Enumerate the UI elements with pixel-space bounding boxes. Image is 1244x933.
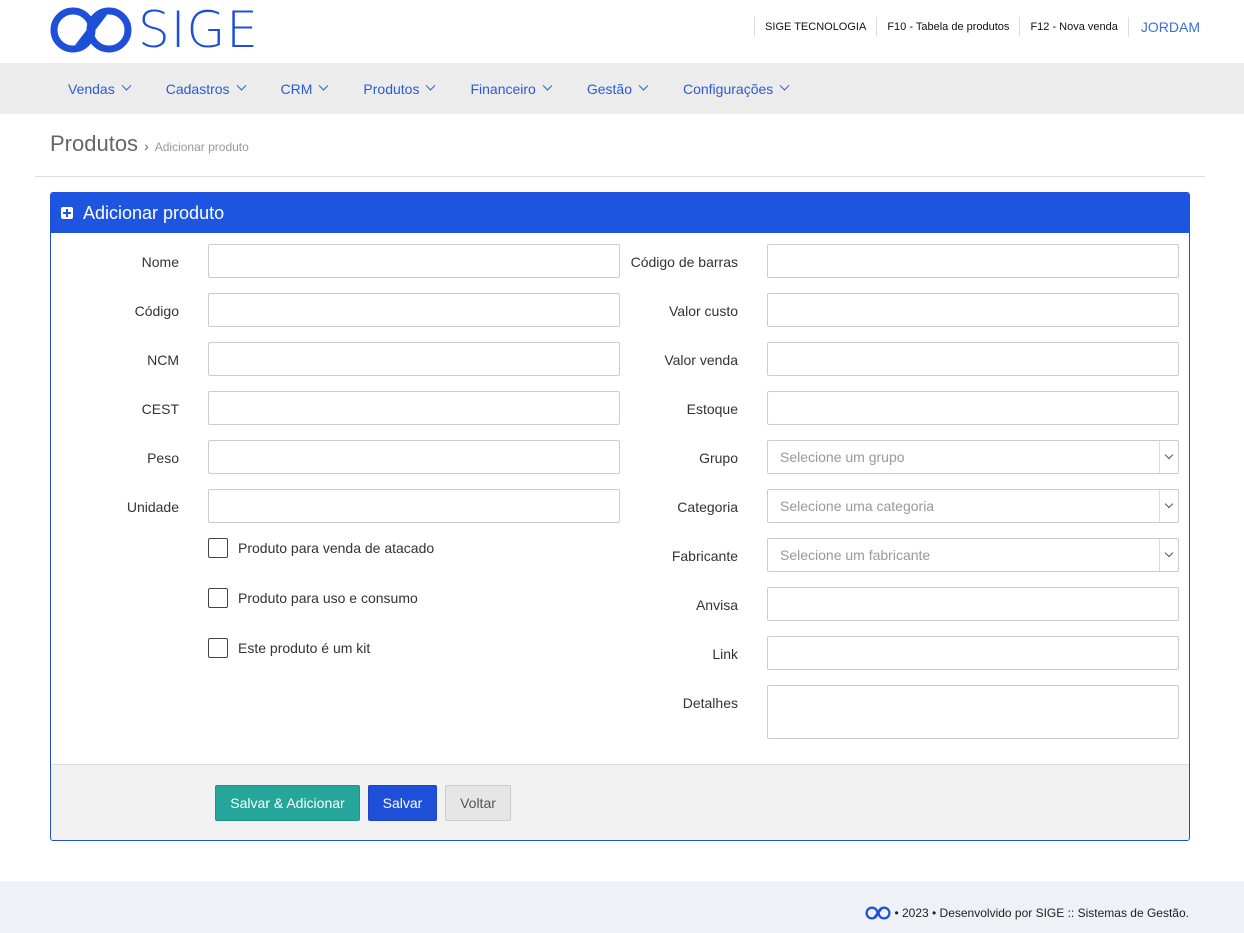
menu-produtos[interactable]: Produtos	[363, 80, 436, 97]
sige-logo[interactable]: SIGE	[50, 5, 259, 55]
details-label: Detalhes	[682, 695, 738, 711]
group-placeholder: Selecione um grupo	[780, 449, 905, 465]
unidade-label: Unidade	[126, 499, 179, 515]
chevron-down-icon[interactable]	[1159, 441, 1178, 473]
details-textarea[interactable]	[767, 685, 1179, 739]
chevron-down-icon	[236, 80, 246, 91]
menu-label: Produtos	[363, 80, 420, 97]
top-links: SIGE TECNOLOGIA F10 - Tabela de produtos…	[754, 17, 1200, 37]
footer-credit: • 2023 • Desenvolvido por SIGE :: Sistem…	[865, 906, 1189, 920]
footer-text: • 2023 • Desenvolvido por SIGE :: Sistem…	[894, 906, 1189, 920]
infinity-logo-icon	[865, 906, 891, 920]
category-placeholder: Selecione uma categoria	[780, 498, 935, 514]
chevron-down-icon[interactable]	[1159, 539, 1178, 571]
checkbox-box[interactable]	[208, 588, 228, 608]
plus-square-icon	[61, 207, 73, 219]
chevron-down-icon	[426, 80, 436, 91]
menu-label: Financeiro	[470, 80, 536, 97]
cost-value-label: Valor custo	[669, 303, 738, 319]
menu-cadastros[interactable]: Cadastros	[165, 80, 246, 97]
nome-input[interactable]	[208, 244, 620, 278]
breadcrumb-current: Adicionar produto	[154, 140, 249, 154]
menu-label: Configurações	[682, 80, 774, 97]
chevron-down-icon	[121, 80, 132, 91]
menu-label: CRM	[280, 80, 313, 97]
user-menu[interactable]: JORDAM	[1127, 17, 1200, 37]
company-link[interactable]: SIGE TECNOLOGIA	[754, 17, 876, 37]
menu-gestao[interactable]: Gestão	[586, 80, 649, 97]
panel-footer: Salvar & Adicionar Salvar Voltar	[51, 764, 1189, 840]
nome-label: Nome	[141, 254, 179, 270]
menu-configuracoes[interactable]: Configurações	[682, 80, 790, 97]
wholesale-checkbox[interactable]: Produto para venda de atacado	[208, 538, 434, 558]
chevron-down-icon	[638, 80, 649, 91]
save-and-add-button[interactable]: Salvar & Adicionar	[215, 785, 360, 821]
link-input[interactable]	[767, 636, 1179, 670]
checkbox-label: Este produto é um kit	[238, 640, 371, 656]
codigo-input[interactable]	[208, 293, 620, 327]
menu-financeiro[interactable]: Financeiro	[470, 80, 553, 97]
manufacturer-placeholder: Selecione um fabricante	[780, 547, 931, 563]
barcode-label: Código de barras	[630, 254, 738, 270]
codigo-label: Código	[134, 303, 179, 319]
manufacturer-select[interactable]: Selecione um fabricante	[767, 538, 1179, 572]
checkbox-box[interactable]	[208, 638, 228, 658]
kit-checkbox[interactable]: Este produto é um kit	[208, 638, 370, 658]
peso-input[interactable]	[208, 440, 620, 474]
link-label: Link	[712, 646, 738, 662]
menu-crm[interactable]: CRM	[280, 80, 329, 97]
breadcrumb: Produtos › Adicionar produto	[50, 131, 249, 157]
ncm-label: NCM	[147, 352, 179, 368]
barcode-input[interactable]	[767, 244, 1179, 278]
save-button[interactable]: Salvar	[368, 785, 437, 821]
manufacturer-label: Fabricante	[671, 548, 738, 564]
cost-value-input[interactable]	[767, 293, 1179, 327]
page-title[interactable]: Produtos	[50, 131, 138, 157]
chevron-down-icon[interactable]	[1159, 490, 1178, 522]
category-select[interactable]: Selecione uma categoria	[767, 489, 1179, 523]
add-product-panel: Adicionar produto Nome Código NCM CEST P…	[50, 192, 1190, 841]
cest-label: CEST	[141, 401, 179, 417]
chevron-down-icon	[542, 80, 553, 91]
top-header: SIGE SIGE TECNOLOGIA F10 - Tabela de pro…	[0, 0, 1244, 63]
product-table-link[interactable]: F10 - Tabela de produtos	[876, 17, 1019, 37]
ncm-input[interactable]	[208, 342, 620, 376]
infinity-logo-icon	[50, 7, 132, 53]
menu-vendas[interactable]: Vendas	[68, 80, 132, 97]
checkbox-label: Produto para uso e consumo	[238, 590, 418, 606]
panel-title: Adicionar produto	[83, 202, 225, 223]
stock-label: Estoque	[686, 401, 738, 417]
anvisa-input[interactable]	[767, 587, 1179, 621]
category-label: Categoria	[677, 499, 738, 515]
brand-name: SIGE	[138, 1, 259, 59]
consumption-checkbox[interactable]: Produto para uso e consumo	[208, 588, 418, 608]
checkbox-label: Produto para venda de atacado	[238, 540, 435, 556]
group-label: Grupo	[699, 450, 738, 466]
divider	[35, 176, 1205, 177]
unidade-input[interactable]	[208, 489, 620, 523]
page-footer: • 2023 • Desenvolvido por SIGE :: Sistem…	[0, 881, 1244, 933]
checkbox-box[interactable]	[208, 538, 228, 558]
chevron-down-icon	[779, 80, 790, 91]
menu-label: Vendas	[68, 80, 115, 97]
breadcrumb-separator: ›	[144, 138, 149, 154]
peso-label: Peso	[147, 450, 179, 466]
new-sale-link[interactable]: F12 - Nova venda	[1019, 17, 1127, 37]
menu-label: Cadastros	[165, 80, 230, 97]
group-select[interactable]: Selecione um grupo	[767, 440, 1179, 474]
menu-label: Gestão	[586, 80, 632, 97]
sale-value-input[interactable]	[767, 342, 1179, 376]
stock-input[interactable]	[767, 391, 1179, 425]
cest-input[interactable]	[208, 391, 620, 425]
back-button[interactable]: Voltar	[445, 785, 511, 821]
chevron-down-icon	[318, 80, 329, 91]
main-menu: Vendas Cadastros CRM Produtos Financeiro…	[0, 63, 1244, 114]
anvisa-label: Anvisa	[695, 597, 738, 613]
sale-value-label: Valor venda	[664, 352, 738, 368]
panel-header: Adicionar produto	[51, 193, 1189, 233]
